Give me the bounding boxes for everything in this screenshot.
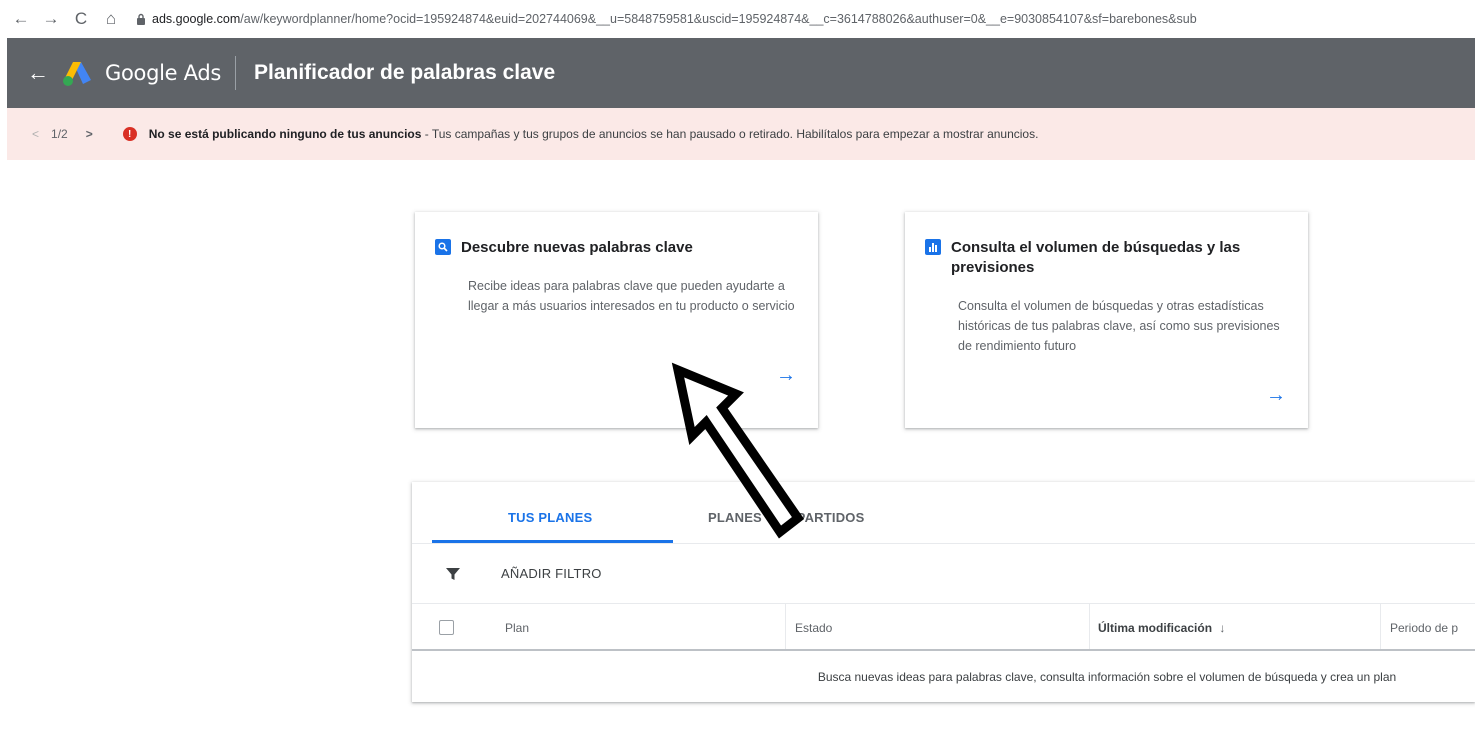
empty-state-message: Busca nuevas ideas para palabras clave, … xyxy=(817,670,1397,684)
brand-name[interactable]: Google Ads xyxy=(105,61,221,85)
alert-next-button[interactable]: > xyxy=(86,127,93,141)
url-path: /aw/keywordplanner/home?ocid=195924874&e… xyxy=(240,12,1197,26)
browser-toolbar: ← → C ⌂ ads.google.com/aw/keywordplanner… xyxy=(0,0,1475,38)
browser-back-button[interactable]: ← xyxy=(10,8,32,30)
column-header-status[interactable]: Estado xyxy=(795,621,832,635)
tab-my-plans[interactable]: TUS PLANES xyxy=(508,510,592,525)
add-filter-button[interactable]: AÑADIR FILTRO xyxy=(501,566,602,581)
card-title: Consulta el volumen de búsquedas y las p… xyxy=(951,239,1241,276)
error-icon: ! xyxy=(122,127,137,141)
sort-down-icon: ↓ xyxy=(1219,621,1226,635)
arrow-right-icon[interactable]: → xyxy=(1266,384,1286,407)
browser-forward-button[interactable]: → xyxy=(40,8,62,30)
card-header: Consulta el volumen de búsquedas y las p… xyxy=(925,238,1281,278)
annotation-arrow-icon xyxy=(671,362,805,539)
browser-home-button[interactable]: ⌂ xyxy=(100,8,122,30)
alert-body-text: - Tus campañas y tus grupos de anuncios … xyxy=(421,127,1039,141)
lock-icon xyxy=(136,13,146,25)
column-header-last-modified[interactable]: Última modificación ↓ xyxy=(1098,621,1225,635)
alert-pager-count: 1/2 xyxy=(51,127,68,141)
app-header: ← Google Ads Planificador de palabras cl… xyxy=(7,38,1475,108)
page-title: Planificador de palabras clave xyxy=(254,61,556,84)
column-divider xyxy=(1089,604,1090,649)
column-header-last-modified-label: Última modificación xyxy=(1098,621,1213,635)
alert-prev-button[interactable]: < xyxy=(32,127,39,141)
search-icon xyxy=(435,239,451,255)
filter-icon[interactable] xyxy=(445,566,461,582)
plans-panel: TUS PLANES PLANES COMPARTIDOS AÑADIR FIL… xyxy=(412,482,1475,702)
column-header-period[interactable]: Periodo de p xyxy=(1390,621,1458,635)
card-header: Descubre nuevas palabras clave xyxy=(435,238,791,258)
alert-banner: < 1/2 > ! No se está publicando ninguno … xyxy=(7,108,1475,160)
alert-message: No se está publicando ninguno de tus anu… xyxy=(149,127,1039,141)
filter-bar: AÑADIR FILTRO xyxy=(412,544,1475,604)
bar-chart-icon xyxy=(925,239,941,255)
url-host: ads.google.com xyxy=(152,12,241,26)
search-volume-card[interactable]: Consulta el volumen de búsquedas y las p… xyxy=(905,212,1308,428)
select-all-checkbox[interactable] xyxy=(439,620,454,635)
header-back-button[interactable]: ← xyxy=(27,60,49,86)
alert-bold-text: No se está publicando ninguno de tus anu… xyxy=(148,127,422,141)
header-divider xyxy=(235,56,236,90)
column-divider xyxy=(1380,604,1381,649)
google-ads-logo-icon xyxy=(61,59,93,87)
card-description: Consulta el volumen de búsquedas y otras… xyxy=(958,299,1280,353)
address-bar[interactable]: ads.google.com/aw/keywordplanner/home?oc… xyxy=(152,12,1412,26)
card-description: Recibe ideas para palabras clave que pue… xyxy=(468,279,795,313)
column-divider xyxy=(785,604,786,649)
card-title: Descubre nuevas palabras clave xyxy=(461,239,693,256)
plans-tabs: TUS PLANES PLANES COMPARTIDOS xyxy=(412,482,1475,544)
column-header-plan[interactable]: Plan xyxy=(505,621,529,635)
active-tab-indicator xyxy=(432,540,673,543)
table-header: Plan Estado Última modificación ↓ Period… xyxy=(412,604,1475,651)
browser-reload-button[interactable]: C xyxy=(70,8,92,30)
